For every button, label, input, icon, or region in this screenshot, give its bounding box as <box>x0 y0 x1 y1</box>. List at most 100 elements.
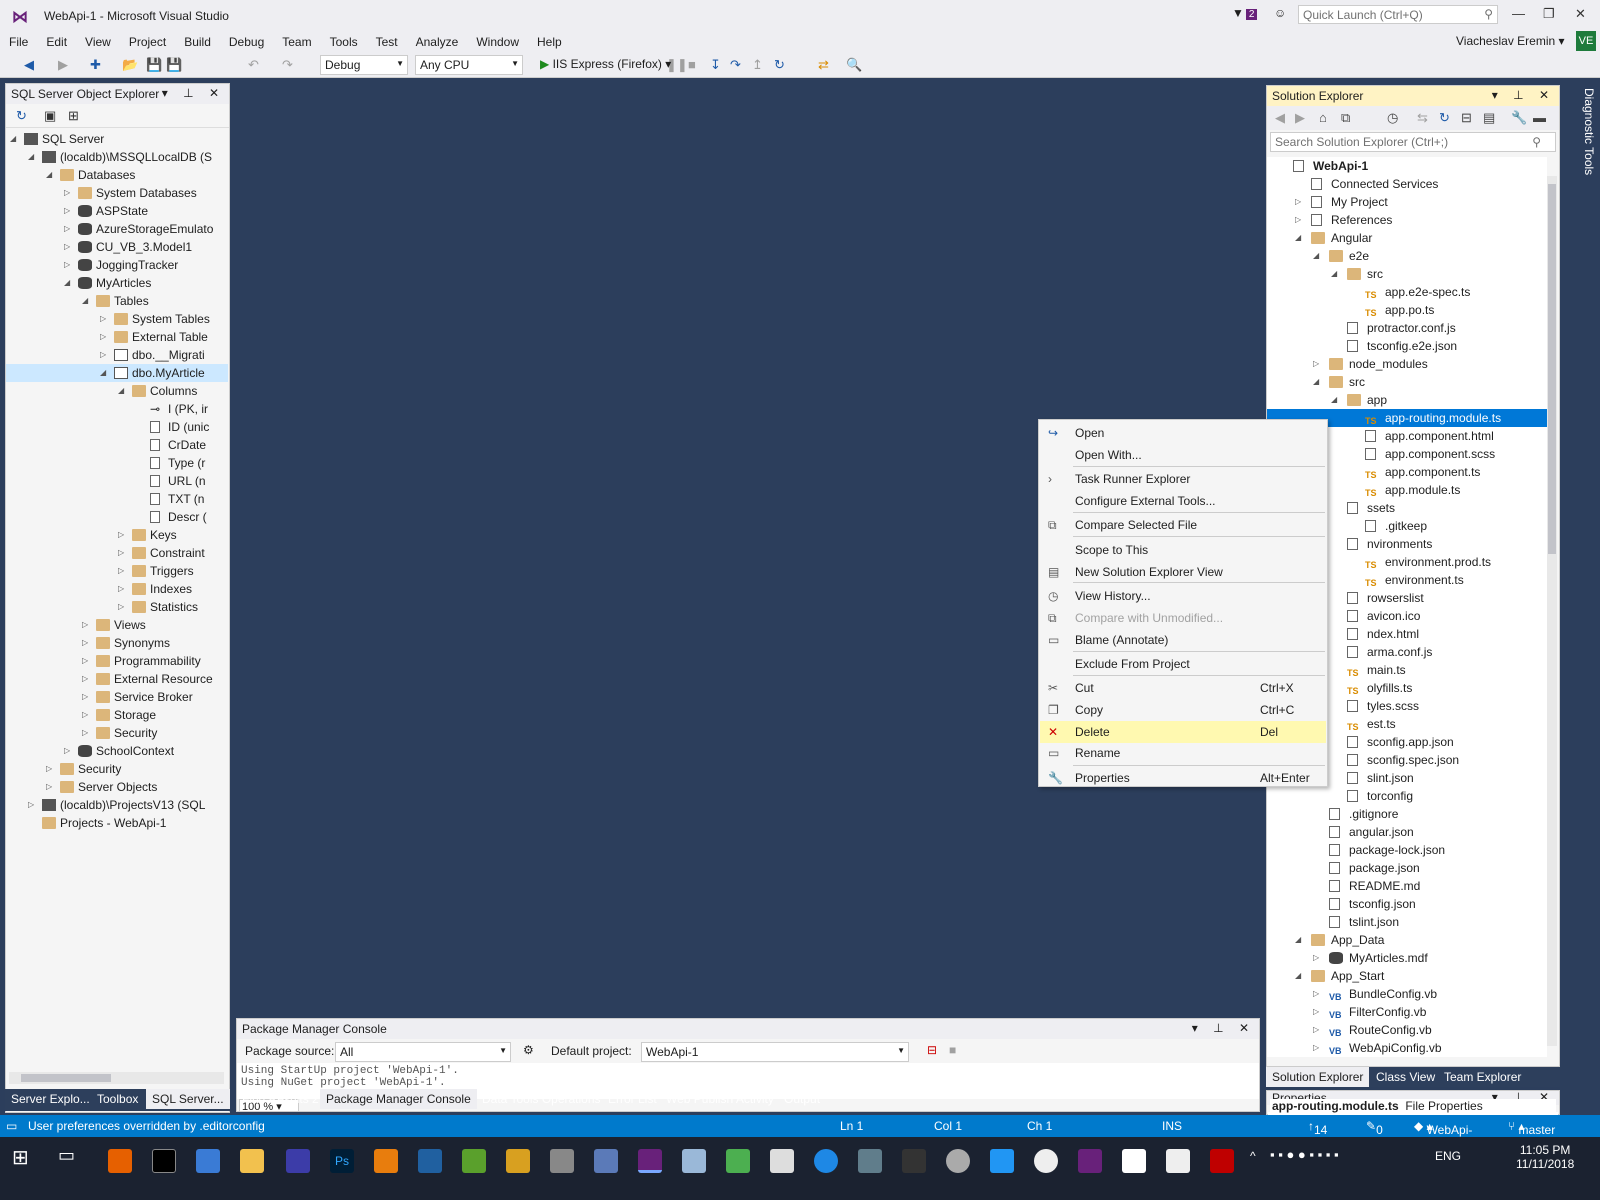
expand-arrow-icon[interactable]: ▷ <box>82 616 88 634</box>
browser-link-icon[interactable]: ⇄ <box>818 57 829 73</box>
back-icon[interactable]: ◀ <box>1275 110 1285 126</box>
collapse-arrow-icon[interactable]: ◢ <box>100 364 106 382</box>
branch[interactable]: ⑂ master ▴ <box>1508 1119 1555 1137</box>
7zip-icon[interactable] <box>1122 1149 1146 1173</box>
minimize-button[interactable]: — <box>1512 6 1525 21</box>
menu-window[interactable]: Window <box>467 35 528 49</box>
redo-icon[interactable]: ↷ <box>282 57 293 73</box>
menu-view[interactable]: View <box>76 35 120 49</box>
tree-row[interactable]: ▷ External Resource <box>6 670 228 688</box>
visual-studio-icon[interactable] <box>1078 1149 1102 1173</box>
add-server-icon[interactable]: ▣ <box>44 108 56 124</box>
new-project-icon[interactable]: ✚ <box>90 57 101 73</box>
step-over-icon[interactable]: ↷ <box>730 57 741 73</box>
collapse-arrow-icon[interactable]: ◢ <box>10 130 16 148</box>
solution-search-input[interactable]: Search Solution Explorer (Ctrl+;) ⚲ <box>1270 132 1556 152</box>
menu-item-configure-external-tools[interactable]: Configure External Tools... <box>1040 490 1326 512</box>
clear-console-icon[interactable]: ⊟ <box>927 1043 937 1057</box>
undo-icon[interactable]: ↶ <box>248 57 259 73</box>
tree-row[interactable]: ◢ e2e <box>1267 247 1547 265</box>
menu-item-blame-annotate[interactable]: ▭ Blame (Annotate) <box>1040 629 1326 651</box>
menu-team[interactable]: Team <box>273 35 320 49</box>
app-icon[interactable] <box>196 1149 220 1173</box>
package-source-select[interactable]: All ▼ <box>335 1042 511 1062</box>
save-icon[interactable]: 💾 <box>146 57 162 73</box>
expand-arrow-icon[interactable]: ▷ <box>82 706 88 724</box>
step-out-icon[interactable]: ↥ <box>752 57 763 73</box>
tree-row[interactable]: ▷ Programmability <box>6 652 228 670</box>
forward-icon[interactable]: ▶ <box>58 57 68 73</box>
collapse-arrow-icon[interactable]: ◢ <box>1295 931 1301 949</box>
app-icon[interactable] <box>770 1149 794 1173</box>
tab-diagnostic-tools[interactable]: Diagnostic Tools <box>1576 88 1596 218</box>
avatar[interactable]: VE <box>1576 31 1596 51</box>
tree-row[interactable]: ◢ (localdb)\MSSQLLocalDB (S <box>6 148 228 166</box>
tree-row[interactable]: ▷ Synonyms <box>6 634 228 652</box>
unpushed-commits[interactable]: ↑ 14 <box>1308 1119 1327 1137</box>
tree-row[interactable]: ▷ Server Objects <box>6 778 228 796</box>
menu-tools[interactable]: Tools <box>321 35 367 49</box>
tree-row[interactable]: WebApi-1 <box>1267 157 1547 175</box>
firefox-icon[interactable] <box>108 1149 132 1173</box>
expand-arrow-icon[interactable]: ▷ <box>118 598 124 616</box>
menu-item-exclude-from-project[interactable]: Exclude From Project <box>1040 653 1326 675</box>
expand-arrow-icon[interactable]: ▷ <box>82 688 88 706</box>
menu-item-view-history[interactable]: ◷ View History... <box>1040 585 1326 607</box>
tree-row[interactable]: ▷ System Tables <box>6 310 228 328</box>
tree-row[interactable]: ⊸ I (PK, ir <box>6 400 228 418</box>
pending-changes[interactable]: ✎ 0 <box>1366 1119 1383 1137</box>
tree-row[interactable]: protractor.conf.js <box>1267 319 1547 337</box>
tree-row[interactable]: package-lock.json <box>1267 841 1547 859</box>
menu-item-open-with[interactable]: Open With... <box>1040 444 1326 466</box>
platform-select[interactable]: Any CPU ▼ <box>415 55 523 75</box>
tree-row[interactable]: ▷ Triggers <box>6 562 228 580</box>
expand-arrow-icon[interactable]: ▷ <box>82 652 88 670</box>
menu-item-task-runner-explorer[interactable]: › Task Runner Explorer <box>1040 468 1326 490</box>
tab-class-view[interactable]: Class View <box>1370 1067 1441 1087</box>
app-icon[interactable] <box>726 1149 750 1173</box>
tree-row[interactable]: ◢ src <box>1267 373 1547 391</box>
app-icon[interactable] <box>506 1149 530 1173</box>
app-icon[interactable] <box>946 1149 970 1173</box>
collapse-arrow-icon[interactable]: ◢ <box>64 274 70 292</box>
tree-row[interactable]: ◢ Columns <box>6 382 228 400</box>
tree-row[interactable]: torconfig <box>1267 787 1547 805</box>
cmd-icon[interactable] <box>152 1149 176 1173</box>
user-name[interactable]: Viacheslav Eremin ▾ <box>1456 34 1565 48</box>
tree-row[interactable]: ▷ Security <box>6 724 228 742</box>
tree-row[interactable]: ▷ My Project <box>1267 193 1547 211</box>
expand-arrow-icon[interactable]: ▷ <box>46 760 52 778</box>
tree-row[interactable]: ◢ App_Start <box>1267 967 1547 985</box>
panel-window-buttons[interactable]: ▾ ⊥ ✕ <box>1192 1021 1255 1035</box>
menu-project[interactable]: Project <box>120 35 175 49</box>
tab-web-publish-activity[interactable]: Web Publish Activity <box>660 1089 780 1109</box>
tree-row[interactable]: Projects - WebApi-1 <box>6 814 228 832</box>
panel-window-buttons[interactable]: ▾ ⊥ ✕ <box>162 86 225 100</box>
refresh-icon[interactable]: ↻ <box>774 57 785 73</box>
tab-team-explorer[interactable]: Team Explorer <box>1438 1067 1527 1087</box>
close-button[interactable]: ✕ <box>1575 6 1586 22</box>
horizontal-scrollbar[interactable] <box>9 1072 224 1084</box>
tree-row[interactable]: ◢ dbo.MyArticle <box>6 364 228 382</box>
tree-row[interactable]: ▷ SchoolContext <box>6 742 228 760</box>
photoshop-icon[interactable]: Ps <box>330 1149 354 1173</box>
menu-debug[interactable]: Debug <box>220 35 273 49</box>
collapse-arrow-icon[interactable]: ◢ <box>1313 373 1319 391</box>
tree-row[interactable]: ▷ Keys <box>6 526 228 544</box>
blender-icon[interactable] <box>374 1149 398 1173</box>
tree-row[interactable]: ▷ MyArticles.mdf <box>1267 949 1547 967</box>
tree-row[interactable]: ▷ dbo.__Migrati <box>6 346 228 364</box>
tab-package-manager-console[interactable]: Package Manager Console <box>320 1089 477 1109</box>
tab-toolbox[interactable]: Toolbox <box>91 1089 144 1109</box>
tree-row[interactable]: ▷ VB RouteConfig.vb <box>1267 1021 1547 1039</box>
panel-window-buttons[interactable]: ▾ ⊥ ✕ <box>1492 88 1555 102</box>
windows-start-icon[interactable]: ⊞ <box>12 1145 36 1169</box>
tree-row[interactable]: ▷ System Databases <box>6 184 228 202</box>
repository[interactable]: ◆ WebApi-1 ▴ <box>1414 1119 1472 1151</box>
properties-icon[interactable]: 🔧 <box>1511 110 1527 126</box>
tree-row[interactable]: ◢ app <box>1267 391 1547 409</box>
settings-gear-icon[interactable]: ⚙ <box>523 1043 534 1057</box>
default-project-select[interactable]: WebApi-1 ▼ <box>641 1042 909 1062</box>
tree-row[interactable]: ▷ Indexes <box>6 580 228 598</box>
expand-arrow-icon[interactable]: ▷ <box>100 328 106 346</box>
